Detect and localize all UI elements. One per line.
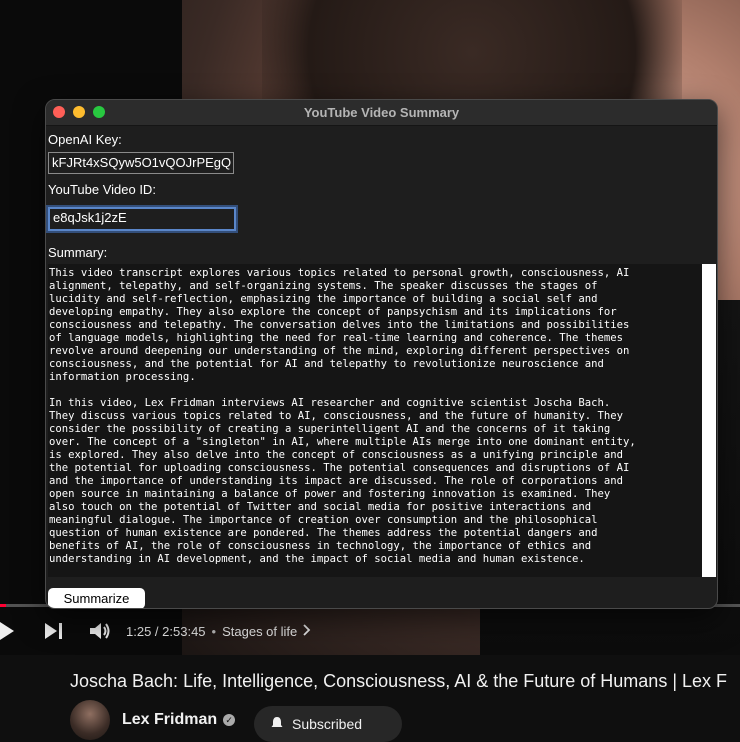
video-id-field[interactable]: e8qJsk1j2zE [48,207,236,231]
chapter-title[interactable]: Stages of life [222,624,297,639]
player-controls: 1:25 / 2:53:45 • Stages of life [0,612,740,650]
subscribe-button[interactable]: Subscribed [254,706,402,742]
time-current: 1:25 [126,623,152,639]
avatar[interactable] [70,700,110,740]
next-icon[interactable] [44,619,64,643]
video-id-label: YouTube Video ID: [48,182,156,197]
bell-icon [270,716,284,733]
time-separator: / [151,623,163,639]
summary-scrollbar[interactable] [702,264,716,577]
channel-name[interactable]: Lex Fridman [122,711,217,729]
separator-dot: • [211,623,217,639]
summarize-button[interactable]: Summarize [48,588,145,608]
time-display: 1:25 / 2:53:45 [126,624,206,639]
openai-key-label: OpenAI Key: [48,132,122,147]
volume-icon[interactable] [90,619,112,643]
verified-icon: ✓ [223,714,236,726]
channel-row: Lex Fridman ✓ [70,700,236,740]
summary-textarea[interactable]: This video transcript explores various t… [48,264,716,577]
title-bar[interactable]: YouTube Video Summary [46,100,717,126]
window-title: YouTube Video Summary [303,105,460,120]
play-icon[interactable] [0,619,14,643]
time-total: 2:53:45 [162,623,206,639]
video-title: Joscha Bach: Life, Intelligence, Conscio… [70,671,728,691]
chevron-right-icon[interactable] [303,623,311,639]
subscribe-label: Subscribed [292,716,363,732]
app-window: YouTube Video Summary OpenAI Key: kFJRt4… [45,99,718,609]
summary-label: Summary: [48,245,108,260]
summary-text: This video transcript explores various t… [49,267,636,565]
openai-key-field[interactable]: kFJRt4xSQyw5O1vQOJrPEgQ [48,152,234,174]
progress-bar-fill [0,604,6,607]
